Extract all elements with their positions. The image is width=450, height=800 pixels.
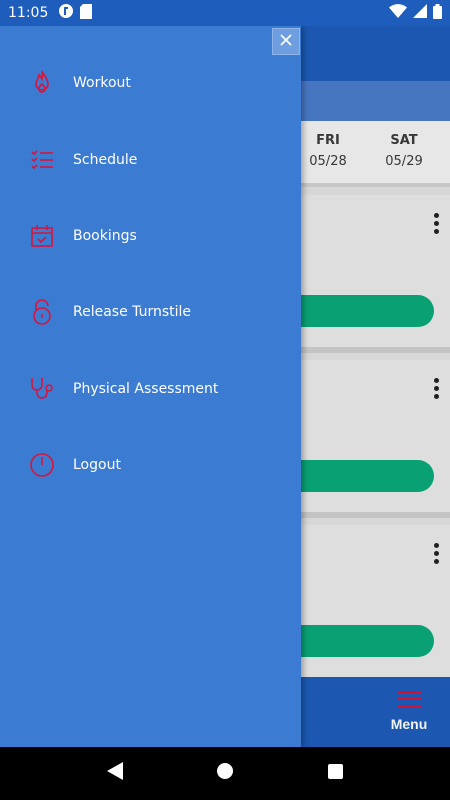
drawer-item-label: Logout xyxy=(73,457,121,473)
flame-icon xyxy=(29,70,55,96)
power-icon xyxy=(29,452,55,478)
drawer-item-workout[interactable]: Workout xyxy=(0,58,301,108)
stethoscope-icon xyxy=(29,376,55,402)
drawer-item-label: Schedule xyxy=(73,152,138,168)
drawer-item-logout[interactable]: Logout xyxy=(0,440,301,490)
drawer-item-label: Workout xyxy=(73,75,131,91)
calendar-check-icon xyxy=(29,223,55,249)
drawer-item-label: Release Turnstile xyxy=(73,304,192,320)
status-time: 11:05 xyxy=(8,5,49,21)
back-icon[interactable] xyxy=(107,762,124,785)
drawer-item-schedule[interactable]: Schedule xyxy=(0,135,301,185)
drawer-item-label: Physical Assessment xyxy=(73,381,219,397)
recents-icon[interactable] xyxy=(327,763,343,784)
close-drawer-button[interactable] xyxy=(272,28,300,55)
drawer-item-bookings[interactable]: Bookings xyxy=(0,211,301,261)
wifi-icon xyxy=(389,4,407,22)
signal-icon xyxy=(413,4,427,22)
system-navigation-bar xyxy=(0,747,450,800)
home-icon[interactable] xyxy=(217,763,234,784)
navigation-drawer: Workout Schedule Bookings Release Turnst… xyxy=(0,26,301,747)
status-bar: 11:05 xyxy=(0,0,450,26)
close-icon xyxy=(280,33,292,51)
checklist-icon xyxy=(29,147,55,173)
app-notification-icon xyxy=(58,3,74,23)
drawer-item-label: Bookings xyxy=(73,228,137,244)
drawer-item-physical-assessment[interactable]: Physical Assessment xyxy=(0,364,301,414)
sd-card-icon xyxy=(80,3,93,23)
drawer-item-release-turnstile[interactable]: Release Turnstile xyxy=(0,287,301,337)
unlock-icon xyxy=(29,299,55,325)
battery-icon xyxy=(433,3,442,23)
